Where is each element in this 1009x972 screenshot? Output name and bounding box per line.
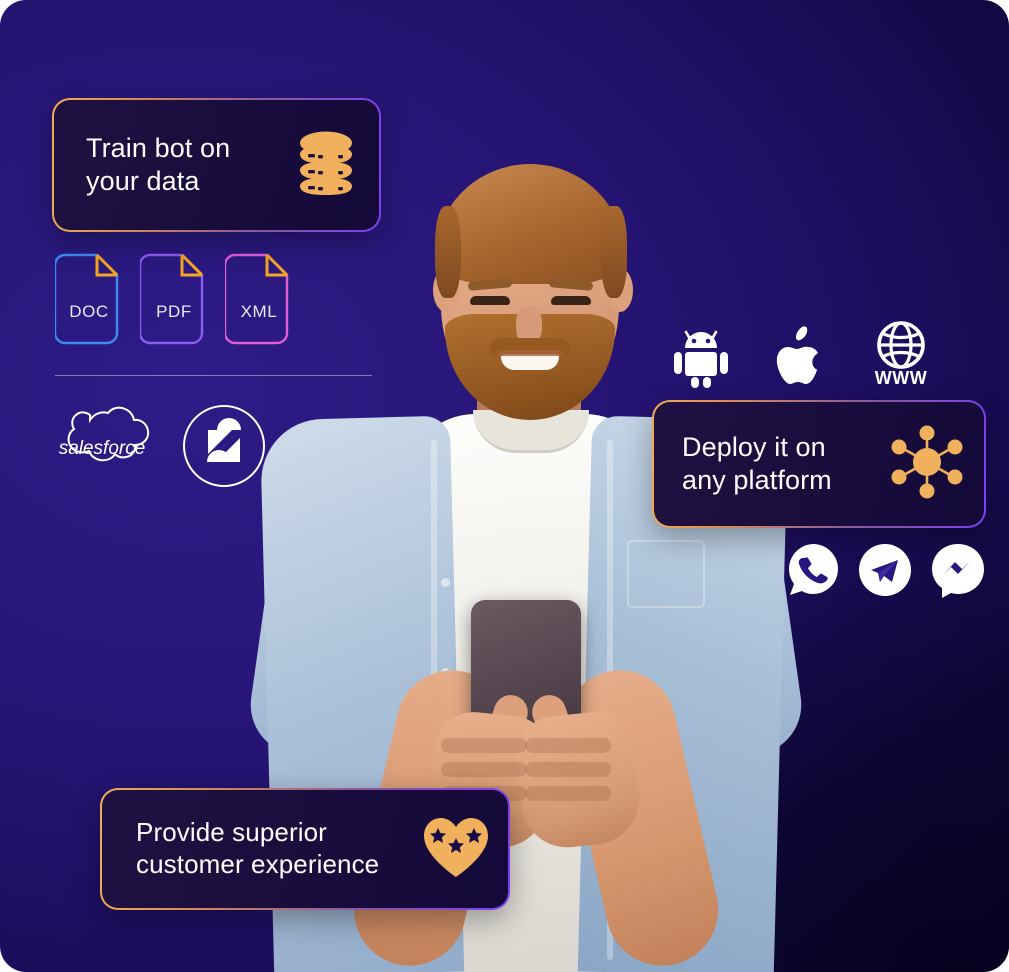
messaging-channel-list [786, 542, 986, 603]
train-bot-card-label: Train bot on your data [86, 133, 231, 196]
customer-experience-card[interactable]: Provide superior customer experience [100, 788, 510, 910]
upper-lip [497, 350, 563, 356]
whatsapp-icon[interactable] [786, 542, 840, 603]
pdf-file-label: PDF [156, 302, 192, 321]
android-icon[interactable] [672, 326, 730, 393]
denim-shirt-pocket [627, 540, 705, 608]
finger [525, 762, 611, 777]
xml-file-icon[interactable]: XML [225, 252, 293, 346]
web-www-icon[interactable]: WWW [870, 320, 932, 393]
train-bot-card[interactable]: Train bot on your data [52, 98, 381, 232]
finger [525, 786, 611, 801]
doc-file-icon[interactable]: DOC [55, 252, 123, 346]
hand-right [512, 708, 644, 852]
hair-side-right [601, 206, 627, 298]
finger [441, 762, 527, 777]
apple-icon[interactable] [774, 326, 826, 393]
platform-icon-list: WWW [672, 320, 932, 393]
deploy-platform-card[interactable]: Deploy it on any platform [652, 400, 986, 528]
integration-logo-list: salesforce [50, 404, 266, 493]
shirt-button [441, 578, 450, 587]
heart-stars-icon [420, 814, 492, 885]
deploy-platform-card-label: Deploy it on any platform [682, 432, 832, 495]
pdf-file-icon[interactable]: PDF [140, 252, 208, 346]
database-icon [295, 130, 357, 201]
messenger-icon[interactable] [930, 542, 986, 603]
hair-side-left [435, 206, 461, 298]
hero-banner: Train bot on your data DOC PDF XML sales… [0, 0, 1009, 972]
file-type-list: DOC PDF XML [55, 252, 293, 346]
section-divider [55, 375, 372, 376]
finger [525, 738, 611, 753]
svg-text:salesforce: salesforce [59, 438, 146, 459]
svg-text:WWW: WWW [875, 368, 927, 388]
xml-file-label: XML [240, 302, 278, 321]
salesforce-logo[interactable]: salesforce [50, 404, 154, 493]
customer-experience-card-label: Provide superior customer experience [136, 817, 380, 879]
network-hub-icon [888, 422, 966, 507]
hair [435, 164, 625, 284]
mouth [501, 354, 559, 370]
zendesk-logo[interactable] [182, 404, 266, 493]
finger [441, 738, 527, 753]
eye-right [551, 296, 591, 305]
telegram-icon[interactable] [858, 543, 912, 602]
eye-left [470, 296, 510, 305]
doc-file-label: DOC [69, 302, 109, 321]
